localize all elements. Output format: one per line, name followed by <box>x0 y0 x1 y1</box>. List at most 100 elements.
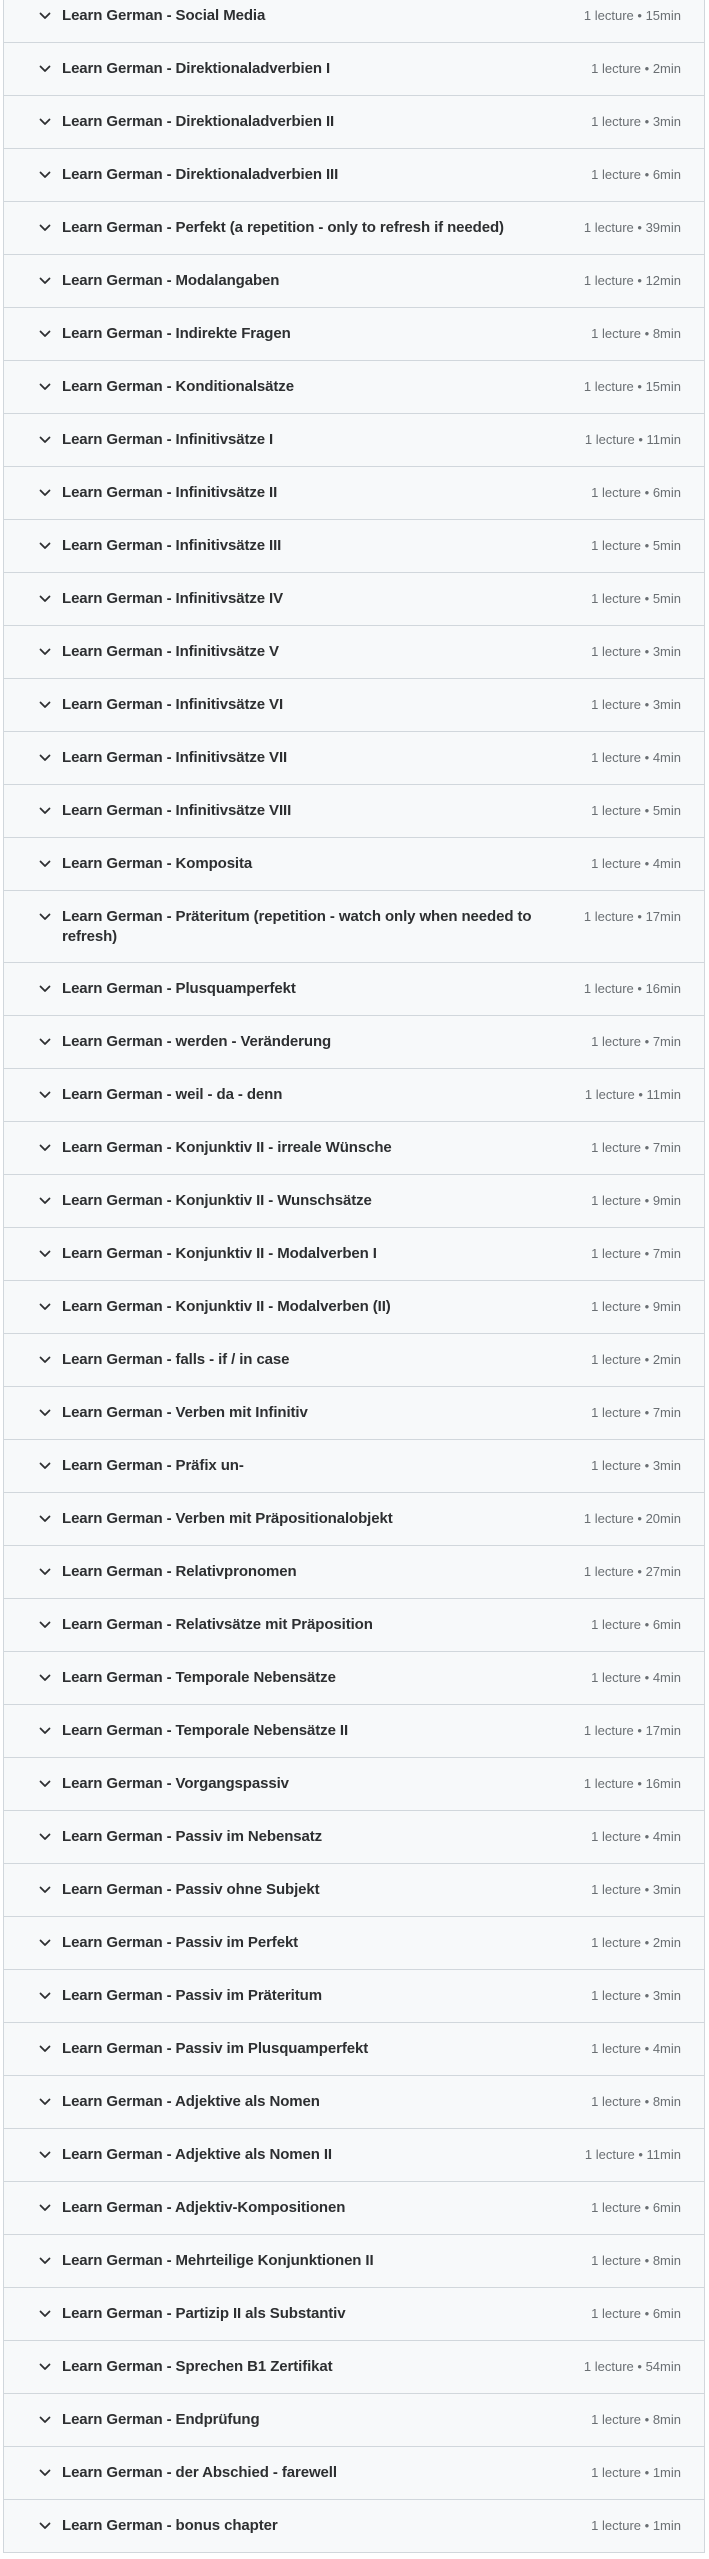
curriculum-section[interactable]: Learn German - Konditionalsätze 1 lectur… <box>4 360 704 413</box>
section-title[interactable]: Learn German - Infinitivsätze II <box>62 483 591 503</box>
section-title[interactable]: Learn German - Passiv im Plusquamperfekt <box>62 2039 591 2059</box>
section-title[interactable]: Learn German - Indirekte Fragen <box>62 324 591 344</box>
chevron-down-icon[interactable] <box>37 1138 53 1158</box>
chevron-down-icon[interactable] <box>37 324 53 344</box>
chevron-down-icon[interactable] <box>37 1827 53 1847</box>
curriculum-section[interactable]: Learn German - Infinitivsätze VII 1 lect… <box>4 731 704 784</box>
section-title[interactable]: Learn German - Präfix un- <box>62 1456 591 1476</box>
chevron-down-icon[interactable] <box>37 6 53 26</box>
section-title[interactable]: Learn German - Infinitivsätze VIII <box>62 801 591 821</box>
chevron-down-icon[interactable] <box>37 1032 53 1052</box>
section-title[interactable]: Learn German - Konditionalsätze <box>62 377 584 397</box>
chevron-down-icon[interactable] <box>37 1615 53 1635</box>
chevron-down-icon[interactable] <box>37 218 53 238</box>
section-title[interactable]: Learn German - Temporale Nebensätze <box>62 1668 591 1688</box>
chevron-down-icon[interactable] <box>37 1456 53 1476</box>
section-title[interactable]: Learn German - Direktionaladverbien I <box>62 59 591 79</box>
section-title[interactable]: Learn German - Vorgangspassiv <box>62 1774 584 1794</box>
chevron-down-icon[interactable] <box>37 2410 53 2430</box>
curriculum-section[interactable]: Learn German - Adjektive als Nomen 1 lec… <box>4 2075 704 2128</box>
curriculum-section[interactable]: Learn German - weil - da - denn 1 lectur… <box>4 1068 704 1121</box>
curriculum-section[interactable]: Learn German - Temporale Nebensätze II 1… <box>4 1704 704 1757</box>
chevron-down-icon[interactable] <box>37 979 53 999</box>
curriculum-section[interactable]: Learn German - Infinitivsätze V 1 lectur… <box>4 625 704 678</box>
section-title[interactable]: Learn German - Infinitivsätze IV <box>62 589 591 609</box>
section-title[interactable]: Learn German - Passiv ohne Subjekt <box>62 1880 591 1900</box>
chevron-down-icon[interactable] <box>37 1244 53 1264</box>
chevron-down-icon[interactable] <box>37 1191 53 1211</box>
curriculum-section[interactable]: Learn German - Endprüfung 1 lecture • 8m… <box>4 2393 704 2446</box>
chevron-down-icon[interactable] <box>37 1986 53 2006</box>
curriculum-section[interactable]: Learn German - Konjunktiv II - Modalverb… <box>4 1227 704 1280</box>
section-title[interactable]: Learn German - Direktionaladverbien II <box>62 112 591 132</box>
chevron-down-icon[interactable] <box>37 271 53 291</box>
curriculum-section[interactable]: Learn German - Sprechen B1 Zertifikat 1 … <box>4 2340 704 2393</box>
curriculum-section[interactable]: Learn German - Vorgangspassiv 1 lecture … <box>4 1757 704 1810</box>
section-title[interactable]: Learn German - Relativsätze mit Präposit… <box>62 1615 591 1635</box>
curriculum-section[interactable]: Learn German - Adjektiv-Kompositionen 1 … <box>4 2181 704 2234</box>
chevron-down-icon[interactable] <box>37 695 53 715</box>
section-title[interactable]: Learn German - Konjunktiv II - Modalverb… <box>62 1297 591 1317</box>
chevron-down-icon[interactable] <box>37 2304 53 2324</box>
curriculum-section[interactable]: Learn German - Infinitivsätze I 1 lectur… <box>4 413 704 466</box>
chevron-down-icon[interactable] <box>37 2092 53 2112</box>
curriculum-section[interactable]: Learn German - Verben mit Infinitiv 1 le… <box>4 1386 704 1439</box>
chevron-down-icon[interactable] <box>37 1350 53 1370</box>
curriculum-section[interactable]: Learn German - Präteritum (repetition - … <box>4 890 704 962</box>
chevron-down-icon[interactable] <box>37 1297 53 1317</box>
curriculum-section[interactable]: Learn German - Infinitivsätze II 1 lectu… <box>4 466 704 519</box>
chevron-down-icon[interactable] <box>37 1085 53 1105</box>
curriculum-section[interactable]: Learn German - Relativsätze mit Präposit… <box>4 1598 704 1651</box>
curriculum-section[interactable]: Learn German - Passiv ohne Subjekt 1 lec… <box>4 1863 704 1916</box>
curriculum-section[interactable]: Learn German - Passiv im Nebensatz 1 lec… <box>4 1810 704 1863</box>
curriculum-section[interactable]: Learn German - Infinitivsätze VIII 1 lec… <box>4 784 704 837</box>
section-title[interactable]: Learn German - Endprüfung <box>62 2410 591 2430</box>
section-title[interactable]: Learn German - werden - Veränderung <box>62 1032 591 1052</box>
curriculum-section[interactable]: Learn German - Partizip II als Substanti… <box>4 2287 704 2340</box>
curriculum-section[interactable]: Learn German - Komposita 1 lecture • 4mi… <box>4 837 704 890</box>
section-title[interactable]: Learn German - Infinitivsätze VI <box>62 695 591 715</box>
curriculum-section[interactable]: Learn German - Konjunktiv II - Modalverb… <box>4 1280 704 1333</box>
section-title[interactable]: Learn German - Passiv im Perfekt <box>62 1933 591 1953</box>
chevron-down-icon[interactable] <box>37 1933 53 1953</box>
chevron-down-icon[interactable] <box>37 1880 53 1900</box>
curriculum-section[interactable]: Learn German - der Abschied - farewell 1… <box>4 2446 704 2499</box>
section-title[interactable]: Learn German - Plusquamperfekt <box>62 979 584 999</box>
section-title[interactable]: Learn German - Adjektive als Nomen <box>62 2092 591 2112</box>
curriculum-section[interactable]: Learn German - Adjektive als Nomen II 1 … <box>4 2128 704 2181</box>
chevron-down-icon[interactable] <box>37 2198 53 2218</box>
section-title[interactable]: Learn German - Verben mit Präpositionalo… <box>62 1509 584 1529</box>
chevron-down-icon[interactable] <box>37 1403 53 1423</box>
curriculum-section[interactable]: Learn German - Temporale Nebensätze 1 le… <box>4 1651 704 1704</box>
chevron-down-icon[interactable] <box>37 1509 53 1529</box>
curriculum-section[interactable]: Learn German - Infinitivsätze VI 1 lectu… <box>4 678 704 731</box>
section-title[interactable]: Learn German - falls - if / in case <box>62 1350 591 1370</box>
section-title[interactable]: Learn German - Konjunktiv II - irreale W… <box>62 1138 591 1158</box>
section-title[interactable]: Learn German - Komposita <box>62 854 591 874</box>
section-title[interactable]: Learn German - Präteritum (repetition - … <box>62 907 584 946</box>
section-title[interactable]: Learn German - Infinitivsätze V <box>62 642 591 662</box>
chevron-down-icon[interactable] <box>37 801 53 821</box>
section-title[interactable]: Learn German - Passiv im Präteritum <box>62 1986 591 2006</box>
curriculum-section[interactable]: Learn German - falls - if / in case 1 le… <box>4 1333 704 1386</box>
section-title[interactable]: Learn German - Infinitivsätze I <box>62 430 585 450</box>
curriculum-section[interactable]: Learn German - Präfix un- 1 lecture • 3m… <box>4 1439 704 1492</box>
chevron-down-icon[interactable] <box>37 536 53 556</box>
chevron-down-icon[interactable] <box>37 112 53 132</box>
curriculum-section[interactable]: Learn German - Perfekt (a repetition - o… <box>4 201 704 254</box>
section-title[interactable]: Learn German - Infinitivsätze VII <box>62 748 591 768</box>
curriculum-section[interactable]: Learn German - Mehrteilige Konjunktionen… <box>4 2234 704 2287</box>
section-title[interactable]: Learn German - Mehrteilige Konjunktionen… <box>62 2251 591 2271</box>
chevron-down-icon[interactable] <box>37 642 53 662</box>
curriculum-section[interactable]: Learn German - Passiv im Perfekt 1 lectu… <box>4 1916 704 1969</box>
section-title[interactable]: Learn German - bonus chapter <box>62 2516 591 2536</box>
section-title[interactable]: Learn German - weil - da - denn <box>62 1085 585 1105</box>
section-title[interactable]: Learn German - Adjektive als Nomen II <box>62 2145 585 2165</box>
section-title[interactable]: Learn German - der Abschied - farewell <box>62 2463 591 2483</box>
curriculum-section[interactable]: Learn German - Verben mit Präpositionalo… <box>4 1492 704 1545</box>
section-title[interactable]: Learn German - Sprechen B1 Zertifikat <box>62 2357 584 2377</box>
section-title[interactable]: Learn German - Konjunktiv II - Wunschsät… <box>62 1191 591 1211</box>
chevron-down-icon[interactable] <box>37 589 53 609</box>
curriculum-section[interactable]: Learn German - werden - Veränderung 1 le… <box>4 1015 704 1068</box>
curriculum-section[interactable]: Learn German - Passiv im Präteritum 1 le… <box>4 1969 704 2022</box>
